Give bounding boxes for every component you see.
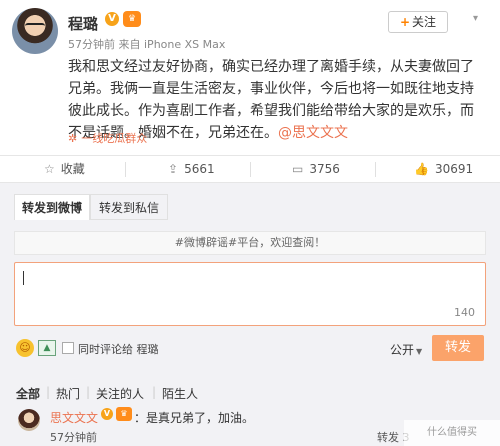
commenter-avatar[interactable] [18, 409, 40, 431]
author-avatar[interactable] [12, 8, 58, 54]
post-device[interactable]: iPhone XS Max [144, 38, 225, 51]
comment-time: 57分钟前 [50, 431, 97, 444]
tab-repost-to-message[interactable]: 转发到私信 [90, 194, 168, 220]
follow-label: 关注 [412, 15, 437, 29]
post-meta: 57分钟前 来自 iPhone XS Max [68, 36, 225, 52]
repost-count: 5661 [184, 162, 215, 176]
divider [375, 162, 376, 177]
verified-badge-icon: V [105, 12, 119, 26]
divider [250, 162, 251, 177]
divider [125, 162, 126, 177]
comment-text: ：是真兄弟了，加油。 [134, 411, 255, 425]
filter-divider: | [46, 385, 51, 399]
tab-repost-to-weibo[interactable]: 转发到微博 [14, 194, 90, 220]
comment-button[interactable]: ▭ 3756 [292, 156, 340, 183]
commenter-name[interactable]: 思文文文 [50, 409, 98, 426]
image-icon[interactable]: ▲ [38, 340, 56, 356]
comment-filter: 全部 | 热门 | 关注的人 | 陌生人 [14, 383, 486, 403]
filter-all[interactable]: 全部 [16, 385, 40, 402]
visibility-label: 公开 [390, 343, 415, 357]
source-link[interactable]: ✲ 一线吃瓜群众 [68, 130, 147, 146]
like-count: 30691 [434, 162, 474, 176]
filter-hot[interactable]: 热门 [56, 385, 80, 402]
like-button[interactable]: 👍 30691 [414, 156, 473, 183]
text-caret [23, 271, 24, 285]
filter-following[interactable]: 关注的人 [96, 385, 144, 402]
filter-divider: | [152, 385, 157, 399]
author-name[interactable]: 程璐 [68, 13, 98, 34]
repost-textarea[interactable]: 140 [14, 262, 486, 326]
filter-divider: | [86, 385, 91, 399]
thumbs-up-icon: 👍 [414, 162, 429, 176]
weibo-post: 程璐 V ♛ 57分钟前 来自 iPhone XS Max + 关注 ▾ 我和思文… [0, 0, 500, 155]
repost-submit-button[interactable]: 转发 [432, 335, 484, 361]
char-count: 140 [454, 306, 475, 319]
member-crown-icon: ♛ [116, 407, 132, 421]
favorite-button[interactable]: ☆ 收藏 [44, 156, 85, 183]
visibility-select[interactable]: 公开 ▼ [390, 341, 422, 358]
follow-button[interactable]: + 关注 [388, 11, 448, 33]
also-comment-label[interactable]: 同时评论给 程璐 [78, 341, 159, 357]
emoji-icon[interactable]: ☺ [16, 339, 34, 357]
also-comment-checkbox[interactable] [62, 342, 74, 354]
verified-badge-icon: V [101, 408, 113, 420]
mention-link[interactable]: @思文文文 [278, 125, 348, 141]
comment-icon: ▭ [292, 162, 304, 176]
post-text: 我和思文经过友好协商，确实已经办理了离婚手续，从夫妻做回了兄弟。我俩一直是生活密… [68, 59, 474, 141]
filter-strangers[interactable]: 陌生人 [162, 385, 198, 402]
notice-banner[interactable]: #微博辟谣#平台，欢迎查阅！ [14, 231, 486, 255]
notice-text: #微博辟谣#平台，欢迎查阅！ [174, 236, 326, 249]
favorite-label: 收藏 [60, 162, 85, 176]
repost-panel: 转发到微博 转发到私信 #微博辟谣#平台，欢迎查阅！ 140 ☺ ▲ 同时评论给… [0, 183, 500, 446]
comment-count: 3756 [309, 162, 340, 176]
star-icon: ☆ [44, 162, 55, 176]
site-watermark: 什么值得买 [404, 420, 500, 446]
repost-button[interactable]: ⇪ 5661 [168, 156, 215, 183]
repost-icon: ⇪ [168, 162, 179, 176]
post-action-bar: ☆ 收藏 ⇪ 5661 ▭ 3756 👍 30691 [0, 155, 500, 183]
member-crown-icon: ♛ [123, 11, 141, 27]
source-label: 一线吃瓜群众 [81, 132, 148, 145]
plus-icon: + [399, 15, 411, 29]
pinwheel-icon: ✲ [68, 132, 78, 145]
chevron-down-icon: ▼ [416, 347, 423, 356]
post-time[interactable]: 57分钟前 [68, 38, 115, 51]
chevron-down-icon[interactable]: ▾ [473, 13, 483, 24]
source-prefix: 来自 [118, 38, 141, 51]
